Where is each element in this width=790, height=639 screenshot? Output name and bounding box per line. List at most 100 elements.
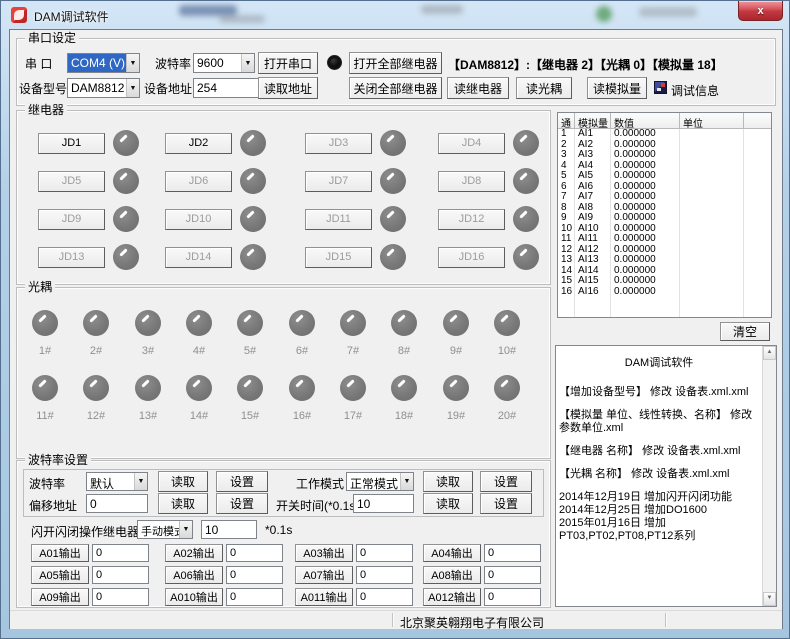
ao-output-button-3[interactable]: A03输出: [295, 544, 353, 562]
ao-output-button-1[interactable]: A01输出: [31, 544, 89, 562]
model-select[interactable]: DAM8812 ▼: [67, 78, 140, 98]
table-cell: [744, 266, 771, 277]
ao-output-input-3[interactable]: [356, 544, 413, 562]
ao-output-input-9[interactable]: [92, 588, 149, 606]
table-cell: [680, 150, 744, 161]
ao-output-button-4[interactable]: A04输出: [423, 544, 481, 562]
glass-blur-decoration: [421, 5, 463, 14]
chevron-down-icon[interactable]: ▼: [241, 54, 254, 72]
table-row[interactable]: 15AI150.000000: [558, 276, 771, 287]
baud-set-button[interactable]: 设置: [216, 471, 268, 492]
opto-cell: 20#: [481, 375, 533, 422]
offset-set-button[interactable]: 设置: [216, 493, 268, 514]
ao-output-button-10[interactable]: A010输出: [165, 588, 223, 606]
ao-cell: A011输出: [295, 588, 413, 606]
chevron-down-icon[interactable]: ▼: [134, 473, 147, 490]
offset-input[interactable]: [86, 494, 148, 513]
read-relay-button[interactable]: 读继电器: [447, 77, 509, 99]
ao-output-input-10[interactable]: [226, 588, 283, 606]
ao-output-input-12[interactable]: [484, 588, 541, 606]
table-cell: [680, 161, 744, 172]
ao-output-input-2[interactable]: [226, 544, 283, 562]
table-row[interactable]: 7AI70.000000: [558, 192, 771, 203]
info-scrollbar[interactable]: ▲ ▼: [762, 346, 776, 606]
read-opto-button[interactable]: 读光耦: [516, 77, 572, 99]
offset-read-button[interactable]: 读取: [158, 493, 208, 514]
relay-button-jd2[interactable]: JD2: [165, 133, 232, 154]
scroll-up-icon[interactable]: ▲: [763, 346, 776, 360]
switch-time-read-button[interactable]: 读取: [423, 493, 473, 514]
info-panel[interactable]: DAM调试软件 【增加设备型号】 修改 设备表.xml.xml【模拟量 单位、线…: [555, 345, 777, 607]
chevron-down-icon[interactable]: ▼: [400, 473, 413, 490]
baud2-select[interactable]: 默认 ▼: [86, 472, 148, 491]
table-cell: 5: [558, 171, 575, 182]
table-row[interactable]: 5AI50.000000: [558, 171, 771, 182]
table-row[interactable]: 9AI90.000000: [558, 213, 771, 224]
ao-output-input-11[interactable]: [356, 588, 413, 606]
statusbar-divider: [392, 613, 393, 627]
chevron-down-icon[interactable]: ▼: [126, 79, 139, 97]
relay-button-jd4: JD4: [438, 133, 505, 154]
table-row[interactable]: 2AI20.000000: [558, 140, 771, 151]
table-cell: [744, 297, 771, 308]
ao-output-input-1[interactable]: [92, 544, 149, 562]
ao-output-input-4[interactable]: [484, 544, 541, 562]
close-all-relay-button[interactable]: 关闭全部继电器: [349, 77, 442, 99]
table-row[interactable]: 14AI140.000000: [558, 266, 771, 277]
relay-button-jd15: JD15: [305, 247, 372, 268]
ao-output-button-6[interactable]: A06输出: [165, 566, 223, 584]
table-row[interactable]: 12AI120.000000: [558, 245, 771, 256]
open-all-relay-button[interactable]: 打开全部继电器: [349, 52, 442, 74]
read-addr-button[interactable]: 读取地址: [258, 77, 318, 99]
table-cell: AI3: [575, 150, 611, 161]
table-row[interactable]: 13AI130.000000: [558, 255, 771, 266]
ao-output-input-7[interactable]: [356, 566, 413, 584]
analog-table[interactable]: 通 模拟量 数值 单位 1AI10.0000002AI20.0000003AI3…: [557, 112, 772, 318]
app-window: DAM调试软件 x 串口设定 串 口 COM4 (V) ▼ 波特率 9600 ▼…: [0, 0, 790, 639]
analog-table-body: 1AI10.0000002AI20.0000003AI30.0000004AI4…: [558, 129, 771, 318]
ao-output-button-9[interactable]: A09输出: [31, 588, 89, 606]
ao-output-button-11[interactable]: A011输出: [295, 588, 353, 606]
ao-output-input-5[interactable]: [92, 566, 149, 584]
scroll-down-icon[interactable]: ▼: [763, 592, 776, 606]
ao-output-button-2[interactable]: A02输出: [165, 544, 223, 562]
table-row[interactable]: [558, 308, 771, 319]
ao-output-button-7[interactable]: A07输出: [295, 566, 353, 584]
ao-output-input-8[interactable]: [484, 566, 541, 584]
ao-output-button-8[interactable]: A08输出: [423, 566, 481, 584]
port-select[interactable]: COM4 (V) ▼: [67, 53, 140, 73]
ao-cell: A02输出: [165, 544, 283, 562]
table-row[interactable]: 4AI40.000000: [558, 161, 771, 172]
table-row[interactable]: 1AI10.000000: [558, 129, 771, 140]
work-mode-read-button[interactable]: 读取: [423, 471, 473, 492]
relay-knob-indicator: [113, 206, 139, 232]
debug-info-icon[interactable]: [654, 81, 667, 94]
switch-time-set-button[interactable]: 设置: [480, 493, 532, 514]
relay-button-jd1[interactable]: JD1: [38, 133, 105, 154]
title-bar[interactable]: DAM调试软件 x: [1, 1, 790, 29]
flash-mode-select[interactable]: 手动模式 ▼: [137, 520, 193, 539]
ao-output-button-12[interactable]: A012输出: [423, 588, 481, 606]
ao-output-input-6[interactable]: [226, 566, 283, 584]
table-row[interactable]: 6AI60.000000: [558, 182, 771, 193]
table-row[interactable]: 3AI30.000000: [558, 150, 771, 161]
ao-output-button-5[interactable]: A05输出: [31, 566, 89, 584]
chevron-down-icon[interactable]: ▼: [179, 521, 192, 538]
table-cell: [744, 182, 771, 193]
read-analog-button[interactable]: 读模拟量: [587, 77, 647, 99]
table-row[interactable]: 8AI80.000000: [558, 203, 771, 214]
flash-time-input[interactable]: [201, 520, 257, 539]
clear-button[interactable]: 清空: [720, 322, 770, 341]
table-row[interactable]: 11AI110.000000: [558, 234, 771, 245]
baud-select[interactable]: 9600 ▼: [193, 53, 255, 73]
table-row[interactable]: [558, 297, 771, 308]
switch-time-input[interactable]: [353, 494, 414, 513]
close-button[interactable]: x: [738, 1, 783, 21]
chevron-down-icon[interactable]: ▼: [126, 54, 139, 72]
table-row[interactable]: 16AI160.000000: [558, 287, 771, 298]
table-row[interactable]: 10AI100.000000: [558, 224, 771, 235]
work-mode-set-button[interactable]: 设置: [480, 471, 532, 492]
open-port-button[interactable]: 打开串口: [258, 52, 318, 74]
work-mode-select[interactable]: 正常模式 ▼: [346, 472, 414, 491]
baud-read-button[interactable]: 读取: [158, 471, 208, 492]
